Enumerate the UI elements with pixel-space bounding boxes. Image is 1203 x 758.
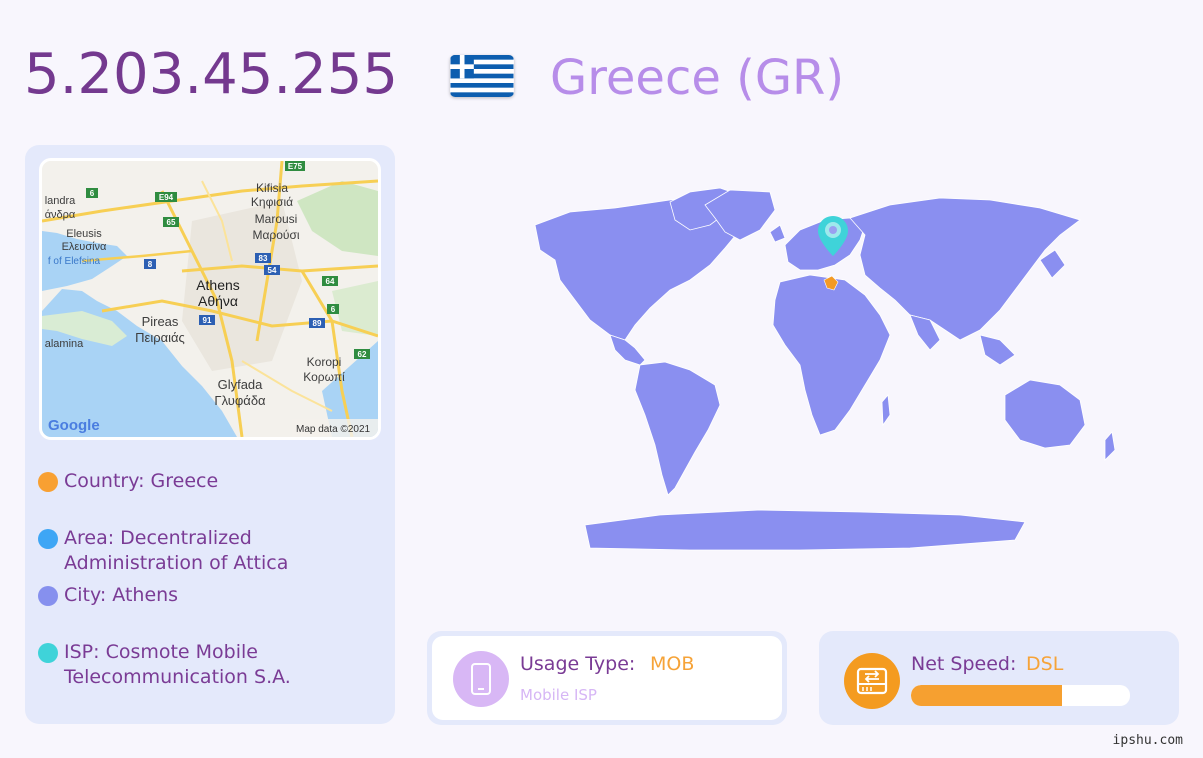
label-koropi: Koropi [307, 355, 342, 369]
google-logo: Google [48, 417, 100, 434]
shield-54: 54 [268, 266, 277, 275]
usage-type-card: Usage Type: MOB Mobile ISP [427, 631, 787, 725]
shield-6b: 6 [331, 305, 336, 314]
country-text: Country: Greece [64, 470, 219, 492]
shield-62: 62 [358, 350, 367, 359]
net-speed-bar-fill [911, 685, 1063, 706]
label-athens-gr: Αθήνα [198, 293, 238, 309]
city-dot-icon [38, 586, 58, 606]
ip-address: 5.203.45.255 [24, 42, 399, 107]
label-eleusis-gr: Ελευσίνα [62, 241, 107, 253]
label-athens: Athens [196, 277, 240, 293]
shield-83: 83 [259, 254, 268, 263]
usage-type-label: Usage Type: [520, 653, 636, 675]
info-city: City: Athens [38, 583, 354, 608]
area-dot-icon [38, 529, 58, 549]
label-marousi-gr: Μαρούσι [252, 228, 299, 242]
info-isp: ISP: Cosmote Mobile Telecommunication S.… [38, 640, 354, 690]
label-salamina: alamina [45, 338, 84, 350]
label-andra: landra [45, 195, 76, 207]
mobile-phone-icon [453, 651, 509, 707]
greece-flag-icon [450, 55, 514, 97]
usage-type-description: Mobile ISP [520, 686, 597, 704]
info-area: Area: Decentralized Administration of At… [38, 526, 354, 576]
area-text: Area: Decentralized Administration of At… [64, 527, 289, 574]
city-text: City: Athens [64, 584, 179, 606]
label-kifisia: Kifisia [256, 181, 288, 195]
label-pireas: Pireas [142, 314, 179, 329]
network-drive-icon [844, 653, 900, 709]
shield-e94: E94 [159, 193, 174, 202]
info-panel: E75 E94 6 65 8 83 54 64 6 91 89 62 Kifis… [25, 145, 395, 724]
info-country: Country: Greece [38, 469, 354, 494]
country-dot-icon [38, 472, 58, 492]
isp-dot-icon [38, 643, 58, 663]
label-eleusis: Eleusis [66, 228, 102, 240]
shield-64: 64 [326, 277, 335, 286]
map-credit: Map data ©2021 [296, 424, 371, 435]
label-marousi: Marousi [255, 212, 298, 226]
usage-type-value: MOB [650, 653, 695, 675]
world-map [440, 170, 1160, 570]
label-glyfada-gr: Γλυφάδα [214, 393, 266, 408]
city-map[interactable]: E75 E94 6 65 8 83 54 64 6 91 89 62 Kifis… [39, 158, 381, 440]
net-speed-card: Net Speed: DSL [819, 631, 1179, 725]
net-speed-bar [911, 685, 1130, 706]
label-glyfada: Glyfada [218, 377, 264, 392]
label-gulf: f of Elefsina [48, 256, 101, 267]
net-speed-label: Net Speed: [911, 653, 1017, 675]
shield-89: 89 [313, 319, 322, 328]
label-andra-gr: άνδρα [45, 209, 76, 221]
label-pireas-gr: Πειραιάς [135, 330, 185, 345]
net-speed-value: DSL [1026, 653, 1064, 675]
shield-65: 65 [167, 218, 176, 227]
label-kifisia-gr: Κηφισιά [251, 195, 293, 209]
shield-e75: E75 [288, 162, 303, 171]
isp-text: ISP: Cosmote Mobile Telecommunication S.… [64, 641, 291, 688]
shield-91: 91 [203, 316, 212, 325]
site-watermark: ipshu.com [1112, 733, 1183, 748]
shield-8: 8 [148, 260, 153, 269]
label-koropi-gr: Κορωπί [303, 370, 345, 384]
country-title: Greece (GR) [550, 50, 845, 106]
shield-6: 6 [90, 189, 95, 198]
